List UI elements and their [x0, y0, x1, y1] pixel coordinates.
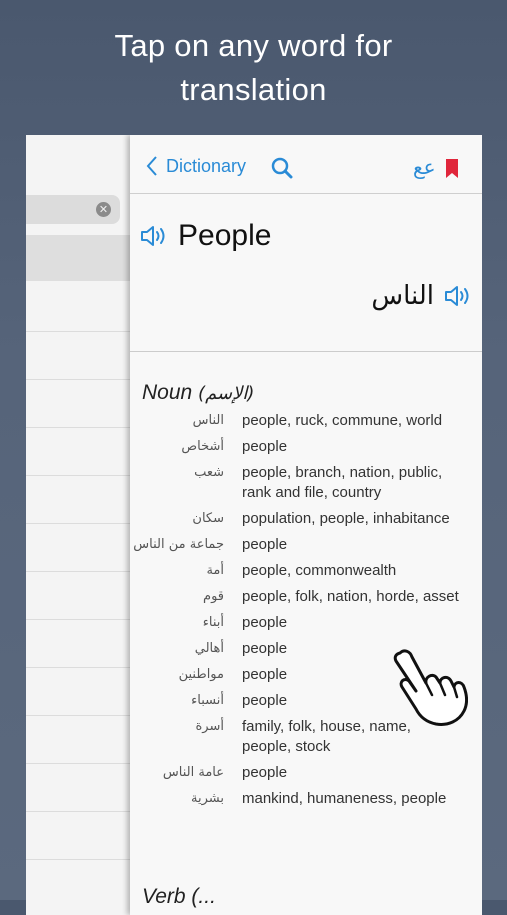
chevron-left-icon	[146, 156, 157, 176]
english-translations[interactable]: mankind, humaneness, people	[242, 789, 462, 809]
noun-label-arabic: (الإسم)	[198, 383, 255, 404]
english-translations[interactable]: people, folk, nation, horde, asset	[242, 587, 462, 607]
arabic-term[interactable]: الناس	[130, 411, 242, 431]
headline-line-1: Tap on any word for	[114, 28, 393, 63]
speaker-icon[interactable]	[444, 284, 472, 308]
speaker-icon[interactable]	[140, 224, 168, 248]
arabic-term[interactable]: أشخاص	[130, 437, 242, 457]
translation-row[interactable]: بشرية mankind, humaneness, people	[130, 789, 482, 809]
noun-label: Noun	[142, 381, 193, 404]
headword-english-text: People	[178, 219, 272, 252]
word-list-panel: ✕	[26, 135, 130, 915]
clear-search-icon[interactable]: ✕	[96, 202, 111, 217]
search-icon	[271, 157, 293, 179]
translation-list: الناس people, ruck, commune, world أشخاص pe…	[130, 411, 482, 815]
headline-line-2: translation	[180, 72, 327, 107]
list-divider	[26, 763, 130, 764]
translation-row[interactable]: أبناء people	[130, 613, 482, 633]
english-translations[interactable]: people	[242, 535, 462, 555]
translation-row[interactable]: أشخاص people	[130, 437, 482, 457]
part-of-speech-verb: Verb (...	[142, 885, 216, 908]
arabic-term[interactable]: جماعة من الناس	[130, 535, 242, 555]
headword-arabic: الناس	[371, 281, 472, 311]
selected-list-item[interactable]	[26, 235, 130, 281]
translation-row[interactable]: الناس people, ruck, commune, world	[130, 411, 482, 431]
english-translations[interactable]: people, commonwealth	[242, 561, 462, 581]
arabic-term[interactable]: شعب	[130, 463, 242, 503]
list-divider	[26, 571, 130, 572]
arabic-term[interactable]: أنسباء	[130, 691, 242, 711]
list-divider	[26, 811, 130, 812]
bookmark-icon	[446, 159, 458, 178]
translation-row[interactable]: جماعة من الناس people	[130, 535, 482, 555]
language-toggle-button[interactable]: عع	[413, 155, 436, 179]
search-field[interactable]: ✕	[26, 195, 120, 224]
arabic-term[interactable]: قوم	[130, 587, 242, 607]
list-divider	[26, 859, 130, 860]
translation-row[interactable]: عامة الناس people	[130, 763, 482, 783]
back-button[interactable]: Dictionary	[146, 153, 246, 179]
translation-row[interactable]: أمة people, commonwealth	[130, 561, 482, 581]
part-of-speech-noun: Noun (الإسم)	[142, 381, 254, 405]
english-translations[interactable]: people, ruck, commune, world	[242, 411, 462, 431]
back-button-label: Dictionary	[166, 155, 247, 176]
bookmark-button[interactable]	[446, 159, 458, 183]
arabic-term[interactable]: أمة	[130, 561, 242, 581]
list-divider	[26, 715, 130, 716]
headline: Tap on any word for translation	[0, 24, 507, 112]
arabic-term[interactable]: مواطنين	[130, 665, 242, 685]
translation-row[interactable]: سكان population, people, inhabitance	[130, 509, 482, 529]
english-translations[interactable]: people, branch, nation, public, rank and…	[242, 463, 462, 503]
navigation-bar: Dictionary عع	[130, 135, 482, 194]
pointing-hand-icon	[393, 649, 468, 726]
device-screen: ✕ Dictionary عع People الناس Noun (الإسم…	[26, 135, 482, 915]
list-divider	[26, 331, 130, 332]
english-translations[interactable]: people	[242, 613, 462, 633]
section-divider	[130, 351, 482, 352]
arabic-term[interactable]: بشرية	[130, 789, 242, 809]
translation-row[interactable]: قوم people, folk, nation, horde, asset	[130, 587, 482, 607]
headword-arabic-text: الناس	[371, 281, 434, 311]
list-divider	[26, 475, 130, 476]
headword-english: People	[140, 219, 271, 253]
english-translations[interactable]: people	[242, 763, 462, 783]
english-translations[interactable]: people	[242, 437, 462, 457]
arabic-term[interactable]: سكان	[130, 509, 242, 529]
arabic-term[interactable]: عامة الناس	[130, 763, 242, 783]
list-divider	[26, 667, 130, 668]
list-divider	[26, 379, 130, 380]
translation-row[interactable]: شعب people, branch, nation, public, rank …	[130, 463, 482, 503]
dictionary-panel: Dictionary عع People الناس Noun (الإسم) …	[130, 135, 482, 915]
arabic-term[interactable]: أبناء	[130, 613, 242, 633]
list-divider	[26, 427, 130, 428]
list-divider	[26, 523, 130, 524]
arabic-term[interactable]: أهالي	[130, 639, 242, 659]
list-divider	[26, 619, 130, 620]
arabic-term[interactable]: أسرة	[130, 717, 242, 757]
search-button[interactable]	[271, 157, 293, 184]
english-translations[interactable]: population, people, inhabitance	[242, 509, 462, 529]
